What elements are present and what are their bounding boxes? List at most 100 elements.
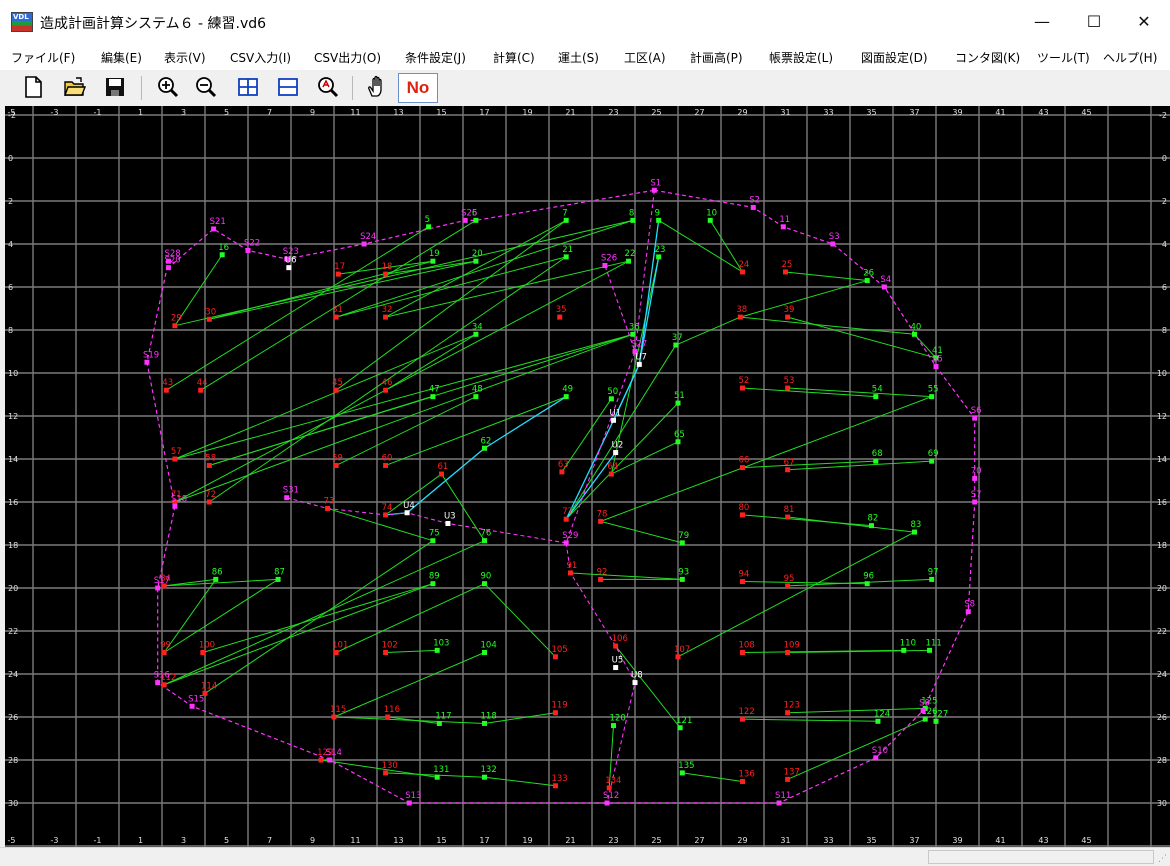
cut-point-marker	[318, 757, 324, 763]
boundary-point-marker	[602, 263, 608, 268]
menu-calculate[interactable]: 計算(C)	[493, 49, 535, 66]
fill-point-marker	[630, 217, 636, 223]
cut-point-marker	[598, 518, 604, 524]
grid-y-label: 28	[1157, 756, 1167, 765]
cut-point-marker	[331, 714, 337, 720]
fill-point-label: 131	[433, 765, 449, 775]
route-line	[484, 396, 567, 449]
cut-point-marker	[383, 770, 389, 776]
menu-tools[interactable]: ツール(T)	[1037, 49, 1090, 66]
cut-point-label: 29	[171, 314, 182, 324]
boundary-point-label: S2	[749, 195, 760, 205]
fill-point-marker	[901, 647, 907, 653]
new-file-button[interactable]	[20, 74, 46, 100]
plan-drawing[interactable]: 17 18 24 252930 31 32 35 38 3943 44 45 46 52 535758 59…	[5, 106, 1170, 847]
zoom-all-icon	[318, 77, 339, 98]
user-point-label: U7	[635, 352, 647, 362]
grid-x-label: 41	[995, 108, 1005, 117]
transport-line	[787, 460, 932, 471]
fill-point-label: 69	[928, 449, 939, 459]
cut-point-marker	[568, 570, 573, 576]
boundary-point-label: 11	[779, 215, 790, 225]
zoom-in-button[interactable]	[155, 74, 181, 100]
cut-point-label: 59	[332, 453, 343, 463]
cut-point-label: 91	[567, 561, 578, 571]
fill-point-label: 65	[674, 430, 685, 440]
fill-point-marker	[679, 540, 685, 546]
resize-grip-icon[interactable]: ⋰	[1158, 854, 1167, 864]
boundary-point-marker	[284, 495, 290, 501]
grid-x-label: 3	[181, 108, 186, 117]
grid-y-label: 6	[8, 283, 13, 292]
cut-point-label: 35	[556, 305, 567, 315]
menu-drawing-settings[interactable]: 図面設定(D)	[861, 49, 928, 66]
zoom-all-button[interactable]	[315, 74, 341, 100]
grid-x-label: 1	[138, 108, 143, 117]
fill-point-label: 110	[900, 638, 916, 648]
boundary-point-label: S7	[971, 490, 982, 500]
user-point-marker	[286, 265, 292, 271]
grid-x-label: 5	[224, 836, 229, 845]
fill-point-marker	[430, 581, 436, 587]
cut-point-marker	[740, 385, 745, 391]
fill-point-label: 5	[425, 215, 430, 225]
transport-line	[174, 333, 634, 503]
cut-point-label: 31	[332, 305, 343, 315]
transport-line	[565, 344, 677, 520]
menu-work-area[interactable]: 工区(A)	[624, 49, 666, 66]
menu-csv-output[interactable]: CSV出力(O)	[314, 49, 381, 66]
boundary-point-label: S25	[461, 208, 477, 218]
cut-point-marker	[606, 785, 612, 791]
zoom-out-button[interactable]	[193, 74, 219, 100]
fill-point-marker	[929, 394, 935, 400]
fill-point-marker	[430, 394, 436, 400]
pan-button[interactable]	[364, 74, 390, 100]
boundary-point-label: S16	[154, 671, 170, 681]
boundary-point-marker	[165, 258, 171, 264]
fit-horizontal-button[interactable]	[235, 74, 261, 100]
menu-report-settings[interactable]: 帳票設定(L)	[769, 49, 833, 66]
plan-canvas[interactable]: 17 18 24 25 29 30 31 32 35 38 39 43 44 45 46 52 53 57 58 59…	[5, 106, 1170, 847]
menu-plan-height[interactable]: 計画高(P)	[690, 49, 743, 66]
app-logo-icon[interactable]: VDL	[11, 12, 33, 32]
boundary-point-marker	[881, 284, 887, 290]
menu-contour[interactable]: コンタ図(K)	[955, 49, 1020, 66]
cut-point-label: 109	[784, 641, 800, 651]
grid-y-label: 16	[8, 498, 18, 507]
cut-point-label: 32	[382, 305, 393, 315]
cut-point-marker	[552, 654, 558, 660]
maximize-button[interactable]: ☐	[1068, 0, 1120, 42]
menu-csv-input[interactable]: CSV入力(I)	[230, 49, 291, 66]
menu-edit[interactable]: 編集(E)	[101, 49, 142, 66]
menu-earth-transport[interactable]: 運土(S)	[558, 49, 599, 66]
grid-x-label: 1	[138, 836, 143, 845]
fill-point-marker	[482, 538, 487, 544]
boundary-point-label: S1	[650, 178, 661, 188]
fill-point-label: 36	[629, 322, 640, 332]
cut-point-label: 64	[607, 462, 618, 472]
fill-point-marker	[611, 723, 616, 729]
grid-y-label: 2	[1162, 197, 1167, 206]
cut-point-marker	[740, 269, 745, 275]
cut-point-marker	[785, 650, 791, 655]
menu-help[interactable]: ヘルプ(H)	[1103, 49, 1157, 66]
point-number-toggle-button[interactable]: No	[398, 73, 438, 103]
menu-file[interactable]: ファイル(F)	[11, 49, 75, 66]
cut-point-marker	[785, 467, 791, 473]
cut-point-marker	[385, 714, 391, 720]
grid-x-label: 11	[350, 108, 360, 117]
fit-vertical-button[interactable]	[275, 74, 301, 100]
grid-y-label: 12	[1157, 412, 1167, 421]
toolbar: No	[0, 70, 1170, 106]
grid-y-label: -2	[1159, 111, 1167, 120]
menu-view[interactable]: 表示(V)	[164, 49, 206, 66]
boundary-point-label: S10	[872, 746, 888, 756]
fill-point-label: 89	[429, 572, 440, 582]
grid-x-label: 29	[737, 108, 747, 117]
close-button[interactable]: ✕	[1118, 0, 1170, 42]
minimize-icon: —	[1034, 11, 1050, 31]
open-file-button[interactable]	[62, 74, 88, 100]
minimize-button[interactable]: —	[1016, 0, 1068, 42]
menu-conditions[interactable]: 条件設定(J)	[405, 49, 466, 66]
save-button[interactable]	[102, 74, 128, 100]
